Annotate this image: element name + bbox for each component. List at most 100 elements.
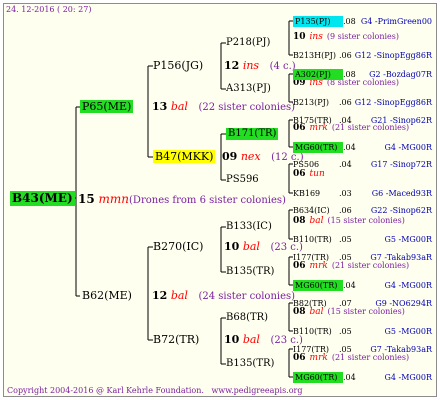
gen4-queen[interactable]: I177(TR) bbox=[293, 252, 339, 263]
gen3-queen[interactable]: B133(IC) bbox=[226, 221, 272, 233]
gen3-note: (15 sister colonies) bbox=[327, 216, 405, 225]
gen3-mating: 10 ins (9 sister colonies) bbox=[293, 31, 399, 43]
gen2-c-mating: 10 bal (23 c.) bbox=[224, 240, 303, 254]
copyright-text: Copyright 2004-2016 @ Karl Kehrle Founda… bbox=[7, 386, 204, 395]
print-date: 24. 12-2016 ( 20: 27) bbox=[6, 5, 92, 14]
gen4-code: G2 -Bozdag07R bbox=[369, 70, 432, 79]
gen2-d-sym: bal bbox=[242, 333, 260, 346]
site-url[interactable]: www.pedigreeapis.org bbox=[212, 386, 303, 395]
gen4-queen[interactable]: B213H(PJ) bbox=[293, 50, 339, 61]
gen4-gn: .05 bbox=[339, 327, 352, 336]
gen4-queen[interactable]: B110(TR) bbox=[293, 234, 339, 245]
gen4-queen[interactable]: KB169 bbox=[293, 188, 339, 199]
gen2-d-num: 10 bbox=[224, 333, 240, 346]
gen3-sym: tun bbox=[309, 169, 325, 179]
gen3-queen[interactable]: B171(TR) bbox=[226, 128, 279, 140]
gen1-upper-mating: 13 bal (22 sister colonies) bbox=[152, 100, 295, 114]
gen3-queen[interactable]: B135(TR) bbox=[226, 266, 274, 278]
gen4-row: MG60(TR) .04 bbox=[293, 142, 367, 153]
gen4-queen[interactable]: B634(IC) bbox=[293, 205, 339, 216]
gen2-c-num: 10 bbox=[224, 240, 240, 253]
gen4-code: G17 -Sinop72R bbox=[370, 160, 432, 169]
gen2-a-num: 12 bbox=[224, 59, 240, 72]
gen4-gn: .04 bbox=[343, 143, 356, 152]
gen4-code: G4 -PrimGreen00 bbox=[360, 17, 432, 26]
gen4-gn: .05 bbox=[339, 235, 352, 244]
gen4-queen[interactable]: PS506 bbox=[293, 159, 339, 170]
gen4-row: I177(TR) .05 bbox=[293, 252, 363, 263]
gen4-row: MG60(TR) .04 bbox=[293, 280, 367, 291]
gen4-row: MG60(TR) .04 bbox=[293, 372, 367, 383]
gen3-queen[interactable]: B68(TR) bbox=[226, 312, 268, 324]
gen2-b-mating: 09 nex (12 c.) bbox=[222, 150, 304, 164]
gen3-num: 08 bbox=[293, 216, 306, 226]
gen4-code: G4 -MG00R bbox=[384, 281, 432, 290]
gen4-row: B213H(PJ) .06 bbox=[293, 50, 363, 61]
gen4-gn: .03 bbox=[339, 189, 352, 198]
gen1-lower-sym: bal bbox=[170, 289, 188, 302]
gen4-row: B634(IC) .06 bbox=[293, 205, 363, 216]
gen4-gn: .04 bbox=[339, 160, 352, 169]
gen4-code: G12 -SinopEgg86R bbox=[354, 51, 432, 60]
gen4-queen[interactable]: B213(PJ) bbox=[293, 97, 339, 108]
gen4-row: PS506.04 bbox=[293, 159, 363, 170]
gen4-code: G6 -Maced93R bbox=[371, 189, 432, 198]
gen2-d-mating: 10 bal (23 c.) bbox=[224, 333, 303, 347]
gen1-lower-num: 12 bbox=[152, 289, 168, 302]
gen4-code: G21 -Sinop62R bbox=[370, 116, 432, 125]
gen2-c-queen[interactable]: B270(IC) bbox=[153, 240, 203, 253]
gen1-lower-note: (24 sister colonies) bbox=[198, 291, 296, 302]
gen3-note: (9 sister colonies) bbox=[326, 32, 400, 41]
gen4-queen[interactable]: A302(PJ) bbox=[293, 69, 343, 80]
gen2-a-sym: ins bbox=[242, 59, 260, 72]
gen4-code: G9 -NO6294R bbox=[375, 299, 432, 308]
gen4-code: G22 -Sinop62R bbox=[370, 206, 432, 215]
gen1-lower-queen[interactable]: B62(ME) bbox=[82, 289, 132, 302]
root-sym: mmn bbox=[98, 192, 130, 206]
gen4-code: G5 -MG00R bbox=[384, 327, 432, 336]
pedigree-chart: 24. 12-2016 ( 20: 27) Copyright 2004-201… bbox=[3, 3, 437, 397]
gen3-queen[interactable]: B135(TR) bbox=[226, 358, 274, 370]
gen4-queen[interactable]: MG60(TR) bbox=[293, 280, 343, 291]
gen4-code: G7 -Takab93aR bbox=[370, 253, 432, 262]
gen4-queen[interactable]: MG60(TR) bbox=[293, 142, 343, 153]
gen4-row: B110(TR) .05 bbox=[293, 326, 363, 337]
gen3-num: 06 bbox=[293, 169, 306, 179]
gen4-row: B213(PJ) .06 bbox=[293, 97, 363, 108]
gen4-queen[interactable]: I177(TR) bbox=[293, 344, 339, 355]
root-queen[interactable]: B43(ME) bbox=[10, 191, 75, 206]
gen4-queen[interactable]: B110(TR) bbox=[293, 326, 339, 337]
gen2-b-sym: nex bbox=[240, 150, 261, 163]
gen2-a-note: (4 c.) bbox=[269, 61, 296, 72]
gen2-d-queen[interactable]: B72(TR) bbox=[153, 333, 199, 346]
gen1-upper-sym: bal bbox=[170, 100, 188, 113]
gen3-queen[interactable]: A313(PJ) bbox=[226, 83, 271, 95]
gen4-row: B175(TR) .04 bbox=[293, 115, 363, 126]
gen4-queen[interactable]: B175(TR) bbox=[293, 115, 339, 126]
gen4-gn: .04 bbox=[339, 116, 352, 125]
root-mating-info: 15 mmn(Drones from 6 sister colonies) bbox=[78, 192, 286, 208]
gen4-gn: .06 bbox=[339, 206, 352, 215]
gen1-lower-mating: 12 bal (24 sister colonies) bbox=[152, 289, 295, 303]
gen3-queen[interactable]: P218(PJ) bbox=[226, 37, 270, 49]
gen3-sym: bal bbox=[309, 216, 324, 226]
gen1-upper-queen[interactable]: P65(ME) bbox=[80, 100, 134, 113]
gen2-c-sym: bal bbox=[242, 240, 260, 253]
gen2-a-mating: 12 ins (4 c.) bbox=[224, 59, 296, 73]
gen4-code: G4 -MG00R bbox=[384, 373, 432, 382]
gen4-code: G7 -Takab93aR bbox=[370, 345, 432, 354]
gen4-gn: .05 bbox=[339, 253, 352, 262]
gen4-row: P135(PJ) .08 bbox=[293, 16, 367, 27]
gen3-queen[interactable]: PS596 bbox=[226, 174, 259, 186]
root-num: 15 bbox=[78, 192, 95, 206]
gen4-queen[interactable]: P135(PJ) bbox=[293, 16, 343, 27]
gen4-gn: .04 bbox=[343, 373, 356, 382]
gen1-upper-note: (22 sister colonies) bbox=[198, 102, 296, 113]
gen4-queen[interactable]: B82(TR) bbox=[293, 298, 339, 309]
gen2-a-queen[interactable]: P156(JG) bbox=[153, 59, 203, 72]
gen2-b-queen[interactable]: B47(MKK) bbox=[153, 150, 216, 163]
gen4-queen[interactable]: MG60(TR) bbox=[293, 372, 343, 383]
gen4-gn: .08 bbox=[343, 70, 356, 79]
gen2-b-num: 09 bbox=[222, 150, 238, 163]
gen4-gn: .05 bbox=[339, 345, 352, 354]
